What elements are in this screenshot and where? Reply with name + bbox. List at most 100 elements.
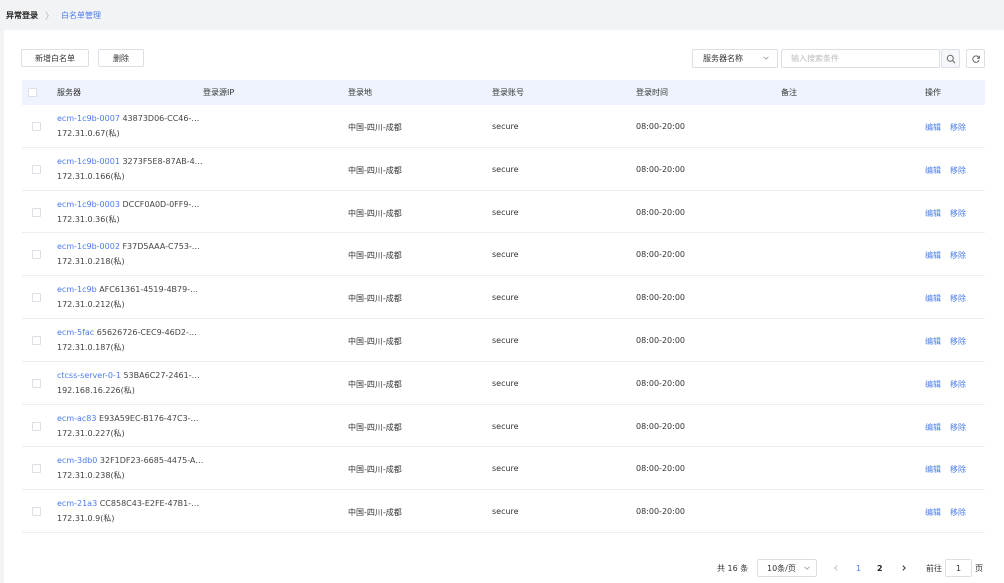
server-id: F37D5AAA-C753-… bbox=[122, 242, 200, 252]
remove-link[interactable]: 移除 bbox=[950, 379, 966, 390]
server-id: AFC61361-4519-4B79-… bbox=[99, 285, 199, 295]
server-name-link[interactable]: ctcss-server-0-1 bbox=[57, 371, 121, 380]
row-checkbox[interactable] bbox=[32, 164, 41, 174]
time-cell: 08:00-20:00 bbox=[636, 335, 685, 345]
server-name-link[interactable]: ecm-ac83 bbox=[57, 414, 96, 423]
column-header-server: 服务器 bbox=[57, 88, 81, 97]
edit-link[interactable]: 编辑 bbox=[925, 208, 941, 219]
server-name-link[interactable]: ecm-5fac bbox=[57, 328, 94, 337]
jump-suffix: 页 bbox=[975, 563, 983, 573]
search-input[interactable]: 输入搜索条件 bbox=[781, 49, 940, 68]
remove-link[interactable]: 移除 bbox=[950, 464, 966, 475]
search-icon bbox=[946, 54, 955, 63]
edit-link[interactable]: 编辑 bbox=[925, 122, 941, 133]
time-cell: 08:00-20:00 bbox=[636, 164, 685, 174]
chevron-right-icon bbox=[902, 565, 906, 571]
table-row: ctcss-server-0-1 53BA6C27-2461-… 192.168.… bbox=[22, 362, 985, 405]
server-ip: 172.31.0.67(私) bbox=[57, 129, 120, 138]
delete-button[interactable]: 删除 bbox=[98, 49, 144, 67]
server-name-link[interactable]: ecm-1c9b-0001 bbox=[57, 157, 120, 166]
edit-link[interactable]: 编辑 bbox=[925, 336, 941, 347]
edit-link[interactable]: 编辑 bbox=[925, 464, 941, 475]
server-id: 53BA6C27-2461-… bbox=[123, 370, 200, 380]
time-cell: 08:00-20:00 bbox=[636, 122, 685, 131]
server-id: 3273F5E8-87AB-4… bbox=[122, 156, 203, 166]
remove-link[interactable]: 移除 bbox=[950, 165, 966, 176]
row-checkbox[interactable] bbox=[32, 507, 41, 517]
location-cell: 中国-四川-成都 bbox=[348, 208, 402, 218]
server-id: CC858C43-E2FE-47B1-… bbox=[99, 499, 200, 509]
table-row: ecm-1c9b-0002 F37D5AAA-C753-… 172.31.0.21… bbox=[22, 233, 985, 277]
row-checkbox[interactable] bbox=[32, 250, 41, 260]
column-header-source-ip: 登录源IP bbox=[203, 88, 235, 97]
chevron-down-icon bbox=[763, 56, 769, 60]
location-cell: 中国-四川-成都 bbox=[348, 336, 402, 346]
filter-select[interactable]: 服务器名称 bbox=[692, 49, 778, 68]
total-count: 共 16 条 bbox=[717, 563, 749, 573]
refresh-button[interactable] bbox=[966, 49, 985, 68]
edit-link[interactable]: 编辑 bbox=[925, 507, 941, 518]
server-name-link[interactable]: ecm-21a3 bbox=[57, 499, 97, 508]
remove-link[interactable]: 移除 bbox=[950, 507, 966, 518]
remove-link[interactable]: 移除 bbox=[950, 422, 966, 433]
server-ip: 192.168.16.226(私) bbox=[57, 385, 135, 395]
row-checkbox[interactable] bbox=[32, 421, 41, 431]
location-cell: 中国-四川-成都 bbox=[348, 251, 402, 261]
jump-prefix: 前往 bbox=[926, 563, 942, 573]
chevron-left-icon bbox=[834, 565, 838, 571]
row-checkbox[interactable] bbox=[32, 122, 41, 131]
remove-link[interactable]: 移除 bbox=[950, 208, 966, 219]
server-name-link[interactable]: ecm-3db0 bbox=[57, 456, 97, 465]
edit-link[interactable]: 编辑 bbox=[925, 422, 941, 433]
account-cell: secure bbox=[492, 421, 519, 431]
server-name-link[interactable]: ecm-1c9b-0002 bbox=[57, 242, 120, 251]
remove-link[interactable]: 移除 bbox=[950, 336, 966, 347]
server-cell: ctcss-server-0-1 53BA6C27-2461-… bbox=[57, 371, 200, 380]
server-cell: ecm-ac83 E93A59EC-B176-47C3-… bbox=[57, 414, 199, 423]
edit-link[interactable]: 编辑 bbox=[925, 293, 941, 304]
row-checkbox[interactable] bbox=[32, 335, 41, 345]
jump-page-input[interactable]: 1 bbox=[945, 559, 972, 577]
row-checkbox[interactable] bbox=[32, 378, 41, 388]
table-body: ecm-1c9b-0007 43873D06-CC46-… 172.31.0.67… bbox=[22, 105, 985, 533]
server-cell: ecm-1c9b-0001 3273F5E8-87AB-4… bbox=[57, 157, 203, 166]
main-card: 新增白名单 删除 服务器名称 输入搜索条件 服务器 登录源IP 登录地 登录账号… bbox=[4, 30, 1004, 583]
refresh-icon bbox=[971, 54, 980, 63]
row-checkbox[interactable] bbox=[32, 207, 41, 217]
edit-link[interactable]: 编辑 bbox=[925, 379, 941, 390]
server-ip: 172.31.0.227(私) bbox=[57, 428, 125, 438]
breadcrumb-root[interactable]: 异常登录 bbox=[6, 10, 38, 21]
account-cell: secure bbox=[492, 507, 519, 517]
server-ip: 172.31.0.9(私) bbox=[57, 514, 115, 524]
edit-link[interactable]: 编辑 bbox=[925, 165, 941, 176]
server-name-link[interactable]: ecm-1c9b-0003 bbox=[57, 200, 120, 209]
page-size-select[interactable]: 10条/页 bbox=[757, 559, 817, 577]
add-whitelist-button[interactable]: 新增白名单 bbox=[21, 49, 89, 67]
account-cell: secure bbox=[492, 207, 519, 217]
server-ip: 172.31.0.36(私) bbox=[57, 214, 120, 224]
select-all-checkbox[interactable] bbox=[28, 88, 37, 97]
edit-link[interactable]: 编辑 bbox=[925, 250, 941, 261]
location-cell: 中国-四川-成都 bbox=[348, 422, 402, 432]
table-row: ecm-1c9b-0003 DCCF0A0D-0FF9-… 172.31.0.36… bbox=[22, 191, 985, 234]
remove-link[interactable]: 移除 bbox=[950, 122, 966, 133]
server-name-link[interactable]: ecm-1c9b bbox=[57, 285, 97, 294]
table-row: ecm-ac83 E93A59EC-B176-47C3-… 172.31.0.22… bbox=[22, 405, 985, 448]
prev-page-button[interactable] bbox=[832, 560, 840, 576]
row-checkbox[interactable] bbox=[32, 293, 41, 303]
server-ip: 172.31.0.166(私) bbox=[57, 171, 125, 181]
next-page-button[interactable] bbox=[900, 560, 908, 576]
page-2[interactable]: 2 bbox=[877, 560, 883, 576]
location-cell: 中国-四川-成都 bbox=[348, 379, 402, 389]
remove-link[interactable]: 移除 bbox=[950, 250, 966, 261]
time-cell: 08:00-20:00 bbox=[636, 507, 685, 517]
remove-link[interactable]: 移除 bbox=[950, 293, 966, 304]
page-1[interactable]: 1 bbox=[856, 560, 861, 576]
account-cell: secure bbox=[492, 464, 519, 474]
time-cell: 08:00-20:00 bbox=[636, 207, 685, 217]
row-checkbox[interactable] bbox=[32, 464, 41, 474]
search-button[interactable] bbox=[941, 49, 960, 68]
account-cell: secure bbox=[492, 164, 519, 174]
server-name-link[interactable]: ecm-1c9b-0007 bbox=[57, 114, 120, 123]
server-cell: ecm-1c9b AFC61361-4519-4B79-… bbox=[57, 285, 198, 294]
